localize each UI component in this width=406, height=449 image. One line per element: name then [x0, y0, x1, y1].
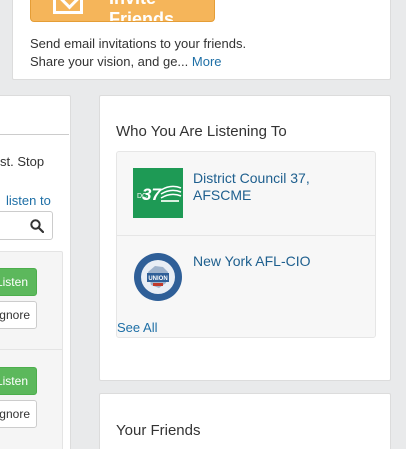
organization-item-dc37[interactable]: DC 37 District Council 37, AFSCME: [117, 152, 375, 234]
ignore-button[interactable]: gnore: [0, 400, 37, 428]
envelope-icon: [53, 0, 83, 14]
listen-to-link[interactable]: listen to: [6, 193, 51, 208]
search-icon[interactable]: [30, 219, 44, 233]
divider: [0, 134, 69, 135]
ny-afl-cio-logo-text: UNION: [148, 276, 167, 282]
listening-title: Who You Are Listening To: [116, 123, 287, 140]
invite-more-link[interactable]: More: [192, 54, 222, 69]
listen-button[interactable]: Listen: [0, 367, 37, 395]
dc37-logo-text: 37: [142, 185, 162, 204]
suggestions-card: st. Stop listen to Listen gnore Listen g…: [0, 95, 71, 449]
organization-item-nyaflcio[interactable]: UNION New York AFL-CIO: [117, 235, 375, 318]
row-divider: [0, 349, 62, 350]
organization-name[interactable]: District Council 37, AFSCME: [193, 170, 363, 204]
invite-friends-button[interactable]: Invite Friends: [30, 0, 215, 22]
ignore-button[interactable]: gnore: [0, 301, 37, 329]
page: Invite Friends Send email invitations to…: [0, 0, 406, 449]
ny-afl-cio-logo[interactable]: UNION: [133, 252, 183, 302]
invite-friends-button-label: Invite Friends: [109, 0, 175, 22]
invite-description-line2: Share your vision, and ge... More: [30, 53, 380, 71]
organization-name[interactable]: New York AFL-CIO: [193, 253, 363, 270]
friends-card: Your Friends: [99, 393, 391, 449]
invite-description-line1: Send email invitations to your friends.: [30, 36, 247, 51]
see-all-link[interactable]: See All: [117, 320, 157, 335]
invite-friends-card: Invite Friends Send email invitations to…: [12, 0, 391, 80]
friends-title: Your Friends: [116, 422, 201, 439]
invite-description-text: Share your vision, and ge...: [30, 54, 189, 69]
suggestions-text: st. Stop: [0, 154, 45, 169]
suggestions-search-input[interactable]: [0, 211, 53, 240]
invite-description: Send email invitations to your friends. …: [30, 35, 380, 71]
dc37-logo[interactable]: DC 37: [133, 168, 183, 218]
listen-button[interactable]: Listen: [0, 268, 37, 296]
organization-list: DC 37 District Council 37, AFSCME UNION: [116, 151, 376, 338]
listening-card: Who You Are Listening To DC 37 District …: [99, 95, 391, 381]
suggestions-list: Listen gnore Listen gnore: [0, 251, 63, 449]
